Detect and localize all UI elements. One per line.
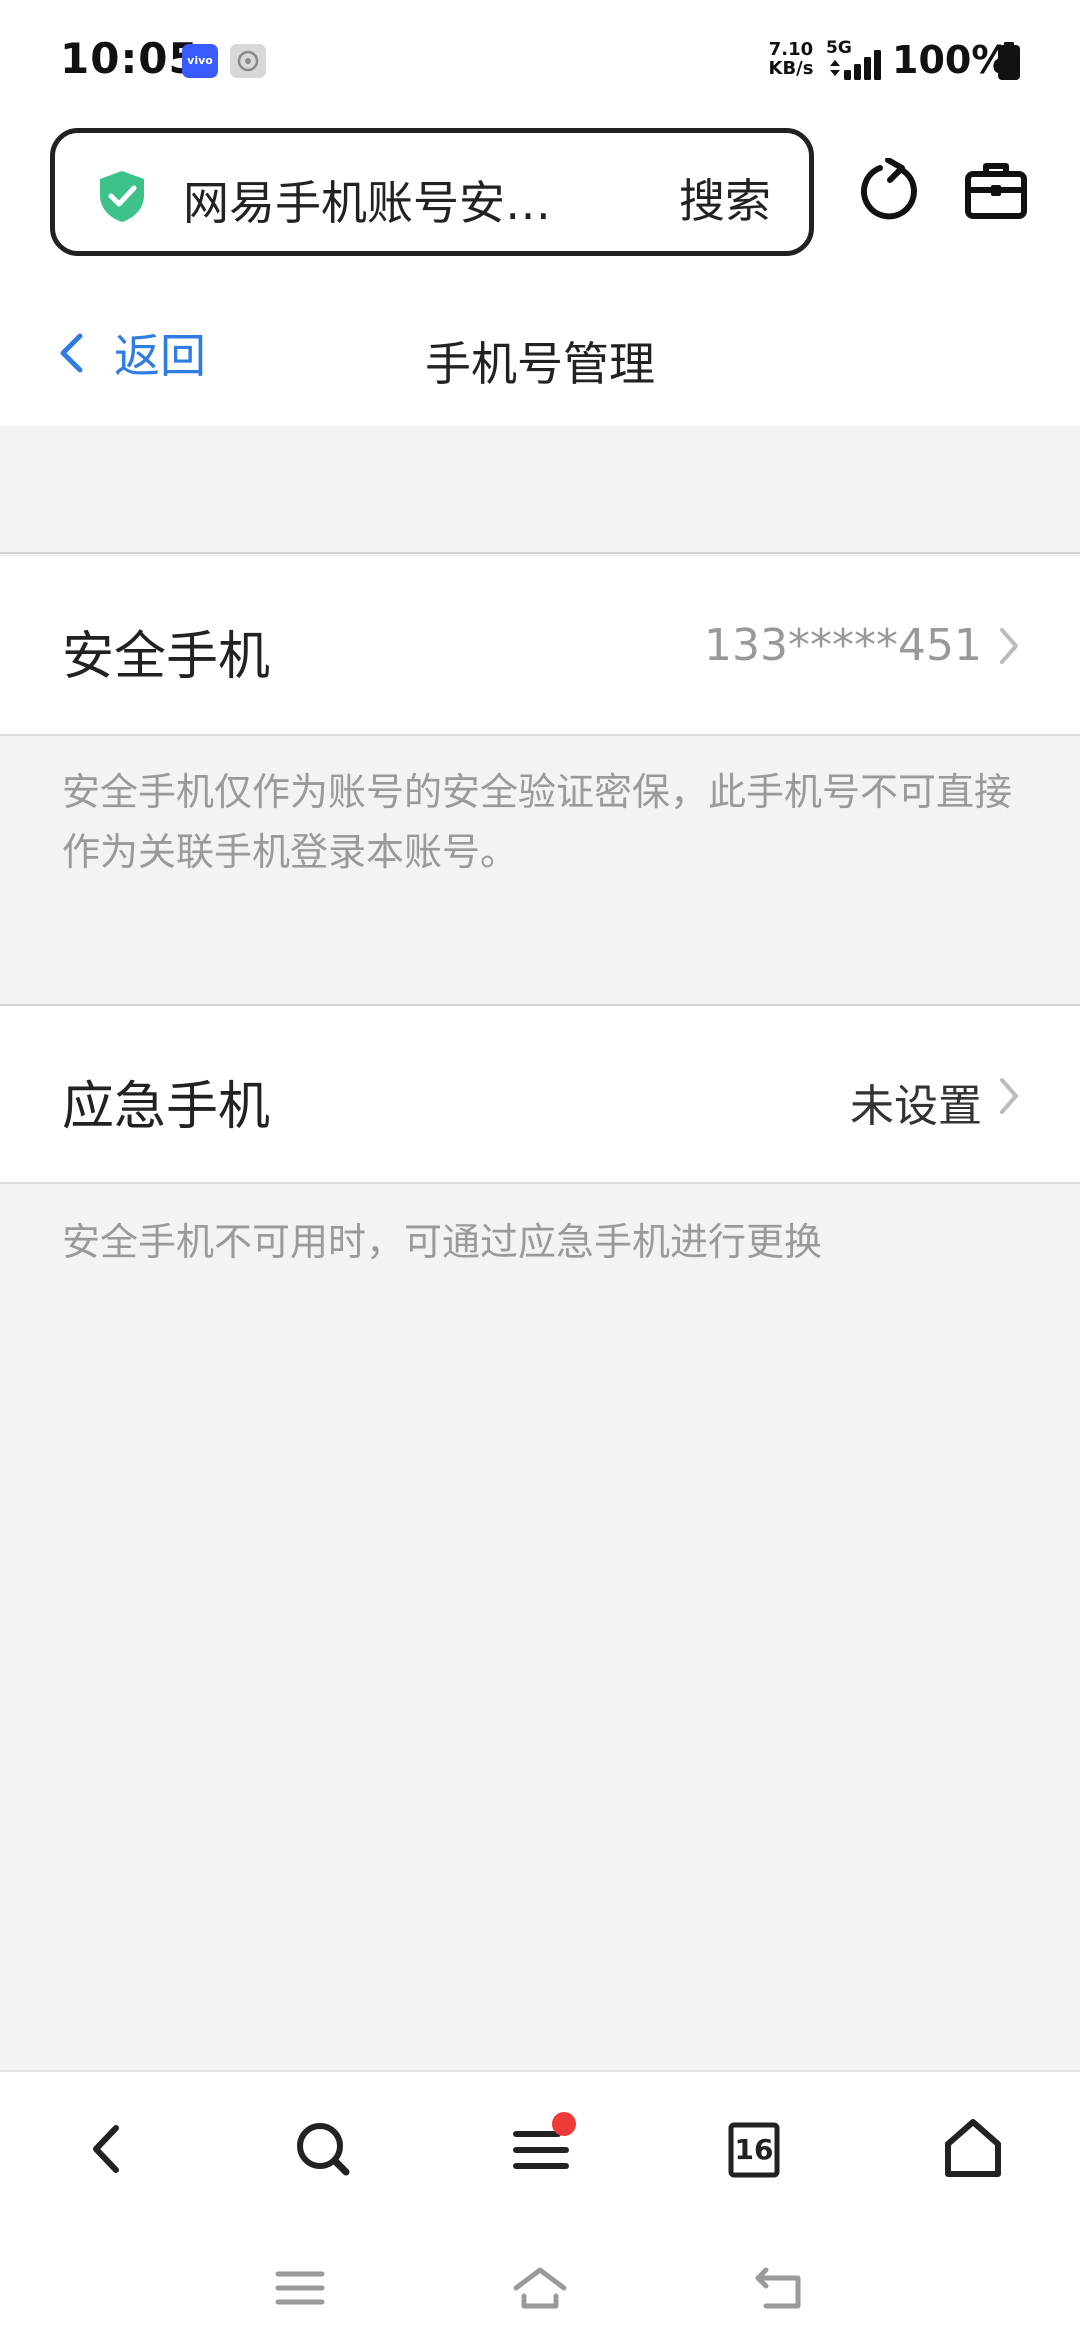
emergency-phone-note: 安全手机不可用时，可通过应急手机进行更换	[62, 1220, 823, 1264]
security-phone-row[interactable]: 安全手机 133*****451	[0, 556, 1080, 736]
signal-icon: 5G	[826, 38, 888, 82]
url-field[interactable]: 网易手机账号安… 搜索	[50, 128, 814, 256]
network-speed-value: 7.10	[768, 39, 814, 60]
security-phone-value: 133*****451	[704, 620, 982, 671]
emergency-phone-label: 应急手机	[62, 1077, 271, 1137]
url-text[interactable]: 网易手机账号安…	[183, 167, 583, 233]
battery-icon	[998, 42, 1020, 80]
chevron-right-icon	[1000, 1078, 1018, 1114]
status-bar: 10:05 vivo 7.10 KB/s 5G 100%	[0, 0, 1080, 120]
page-title: 手机号管理	[425, 337, 655, 391]
tab-count: 16	[734, 2133, 774, 2166]
recent-apps-icon[interactable]	[272, 2264, 328, 2312]
status-time: 10:05	[60, 34, 199, 83]
browser-address-bar: 网易手机账号安… 搜索	[0, 120, 1080, 270]
page-header: 返回 手机号管理	[0, 270, 1080, 426]
system-nav-bar	[0, 2226, 1080, 2344]
browser-toolbar: 16	[0, 2070, 1080, 2226]
chevron-right-icon	[1000, 628, 1018, 664]
emergency-phone-value: 未设置	[850, 1081, 982, 1132]
vivo-app-icon: vivo	[182, 44, 218, 78]
security-phone-label: 安全手机	[62, 627, 271, 687]
security-shield-icon	[97, 169, 147, 223]
system-back-icon[interactable]	[752, 2264, 808, 2312]
battery-level: 100%	[892, 38, 1010, 82]
refresh-icon[interactable]	[858, 157, 920, 222]
system-home-icon[interactable]	[512, 2264, 568, 2312]
tabs-icon[interactable]: 16	[728, 2122, 780, 2178]
page: 10:05 vivo 7.10 KB/s 5G 100% 网易手机账号安… 搜索…	[0, 0, 1080, 2344]
emergency-phone-row[interactable]: 应急手机 未设置	[0, 1004, 1080, 1184]
settings-notification-icon	[230, 44, 266, 78]
section-spacer	[0, 426, 1080, 554]
notification-dot	[552, 2112, 576, 2136]
back-arrow-icon[interactable]	[72, 2114, 142, 2184]
network-speed: 7.10 KB/s	[768, 40, 814, 78]
search-icon[interactable]	[288, 2114, 358, 2184]
security-phone-note: 安全手机仅作为账号的安全验证密保，此手机号不可直接作为关联手机登录本账号。	[62, 770, 1013, 874]
network-speed-unit: KB/s	[768, 58, 814, 79]
home-icon[interactable]	[938, 2114, 1008, 2184]
search-button[interactable]: 搜索	[679, 165, 771, 231]
toolbox-icon[interactable]	[964, 158, 1028, 220]
